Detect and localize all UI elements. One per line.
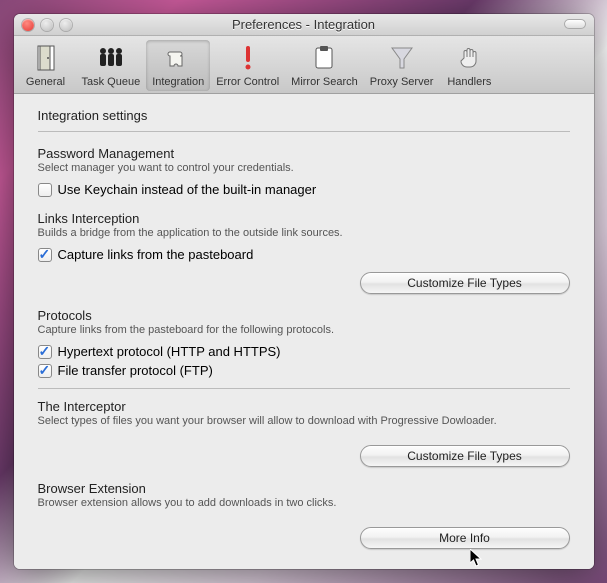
- section-extension: Browser Extension Browser extension allo…: [38, 481, 570, 549]
- section-interceptor: The Interceptor Select types of files yo…: [38, 399, 570, 467]
- toolbar-item-general[interactable]: General: [16, 40, 76, 91]
- section-title: The Interceptor: [38, 399, 570, 414]
- zoom-button[interactable]: [60, 19, 72, 31]
- capture-links-checkbox[interactable]: [38, 248, 52, 262]
- toolbar-item-error-control[interactable]: Error Control: [210, 40, 285, 91]
- divider: [38, 388, 570, 389]
- section-title: Links Interception: [38, 211, 570, 226]
- toolbar-label: Error Control: [216, 76, 279, 88]
- button-label: More Info: [439, 531, 490, 545]
- toolbar-label: Task Queue: [82, 76, 141, 88]
- section-description: Browser extension allows you to add down…: [38, 497, 570, 509]
- button-label: Customize File Types: [407, 276, 522, 290]
- window-title: Preferences - Integration: [14, 17, 594, 32]
- people-queue-icon: [95, 42, 127, 74]
- exclamation-icon: [232, 42, 264, 74]
- checkbox-label: File transfer protocol (FTP): [58, 363, 213, 378]
- toolbar-toggle-button[interactable]: [564, 19, 586, 29]
- section-description: Select types of files you want your brow…: [38, 415, 570, 427]
- page-heading: Integration settings: [38, 108, 570, 123]
- section-description: Builds a bridge from the application to …: [38, 227, 570, 239]
- section-protocols: Protocols Capture links from the pastebo…: [38, 308, 570, 389]
- puzzle-icon: [162, 42, 194, 74]
- checkbox-label: Hypertext protocol (HTTP and HTTPS): [58, 344, 281, 359]
- toolbar-item-handlers[interactable]: Handlers: [439, 40, 499, 91]
- titlebar: Preferences - Integration: [14, 14, 594, 36]
- section-title: Browser Extension: [38, 481, 570, 496]
- content-pane: Integration settings Password Management…: [14, 94, 594, 569]
- http-checkbox[interactable]: [38, 345, 52, 359]
- toolbar-label: Integration: [152, 76, 204, 88]
- section-title: Password Management: [38, 146, 570, 161]
- toolbar-label: Handlers: [447, 76, 491, 88]
- toolbar-label: Mirror Search: [291, 76, 358, 88]
- toolbar: General Task Queue Integration Error Con…: [14, 36, 594, 94]
- funnel-icon: [386, 42, 418, 74]
- preferences-window: Preferences - Integration General Task Q…: [14, 14, 594, 569]
- section-links: Links Interception Builds a bridge from …: [38, 211, 570, 294]
- toolbar-label: Proxy Server: [370, 76, 434, 88]
- cursor-icon: [470, 549, 484, 569]
- more-info-button[interactable]: More Info: [360, 527, 570, 549]
- section-password: Password Management Select manager you w…: [38, 146, 570, 197]
- hand-icon: [453, 42, 485, 74]
- divider: [38, 131, 570, 132]
- clipboard-icon: [308, 42, 340, 74]
- toolbar-item-proxy-server[interactable]: Proxy Server: [364, 40, 440, 91]
- toolbar-item-mirror-search[interactable]: Mirror Search: [285, 40, 364, 91]
- section-description: Select manager you want to control your …: [38, 162, 570, 174]
- ftp-checkbox[interactable]: [38, 364, 52, 378]
- customize-file-types-button[interactable]: Customize File Types: [360, 272, 570, 294]
- toolbar-item-integration[interactable]: Integration: [146, 40, 210, 91]
- close-button[interactable]: [22, 19, 34, 31]
- section-description: Capture links from the pasteboard for th…: [38, 324, 570, 336]
- button-label: Customize File Types: [407, 449, 522, 463]
- checkbox-label: Use Keychain instead of the built-in man…: [58, 182, 317, 197]
- checkbox-label: Capture links from the pasteboard: [58, 247, 254, 262]
- minimize-button[interactable]: [41, 19, 53, 31]
- section-title: Protocols: [38, 308, 570, 323]
- customize-file-types-button[interactable]: Customize File Types: [360, 445, 570, 467]
- toolbar-item-task-queue[interactable]: Task Queue: [76, 40, 147, 91]
- toolbar-label: General: [26, 76, 65, 88]
- window-controls: [14, 19, 72, 31]
- keychain-checkbox[interactable]: [38, 183, 52, 197]
- door-icon: [30, 42, 62, 74]
